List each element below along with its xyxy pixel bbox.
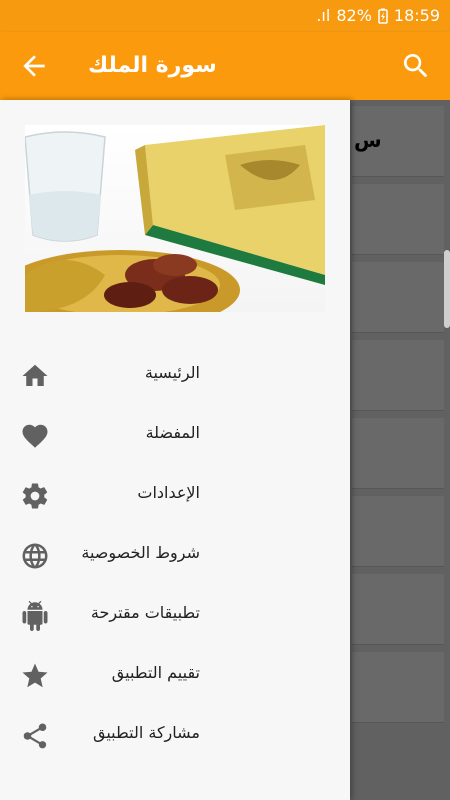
share-icon: [23, 723, 47, 749]
back-arrow-icon[interactable]: [18, 50, 50, 82]
drawer-item-privacy[interactable]: شروط الخصوصية: [0, 527, 350, 587]
page-title: سورة الملك: [88, 53, 217, 78]
clock: 18:59: [393, 6, 440, 25]
app-bar: سورة الملك: [0, 32, 450, 100]
drawer-item-share-app[interactable]: مشاركة التطبيق: [0, 707, 350, 767]
drawer-item-rate-app[interactable]: تقييم التطبيق: [0, 647, 350, 707]
heart-icon: [22, 424, 48, 448]
battery-charging-icon: [378, 8, 388, 24]
drawer-item-label: الرئيسية: [144, 363, 200, 382]
scrollbar[interactable]: [444, 250, 450, 328]
battery-level: 82%: [336, 6, 372, 25]
drawer-header-image: [25, 125, 325, 312]
globe-icon: [22, 543, 48, 569]
drawer-item-label: المفضلة: [145, 423, 200, 442]
navigation-drawer: الرئيسية المفضلة الإعدادات شروط الخصوصية…: [0, 100, 350, 800]
gear-icon: [22, 483, 48, 509]
status-bar: .ıl 82% 18:59: [0, 0, 450, 32]
home-icon: [22, 364, 48, 386]
star-icon: [22, 663, 48, 688]
drawer-scrim[interactable]: [350, 100, 450, 800]
drawer-item-label: مشاركة التطبيق: [93, 723, 200, 742]
drawer-item-label: تطبيقات مقترحة: [90, 603, 200, 622]
drawer-item-suggested-apps[interactable]: تطبيقات مقترحة: [0, 587, 350, 647]
drawer-item-home[interactable]: الرئيسية: [0, 347, 350, 407]
drawer-item-label: الإعدادات: [137, 483, 200, 502]
signal-strength: .ıl: [316, 6, 331, 25]
drawer-item-label: تقييم التطبيق: [111, 663, 200, 682]
search-icon[interactable]: [400, 50, 432, 82]
drawer-item-label: شروط الخصوصية: [81, 543, 200, 562]
drawer-item-favorites[interactable]: المفضلة: [0, 407, 350, 467]
quran-dates-illustration: [25, 125, 325, 312]
android-icon: [22, 601, 48, 631]
drawer-item-settings[interactable]: الإعدادات: [0, 467, 350, 527]
